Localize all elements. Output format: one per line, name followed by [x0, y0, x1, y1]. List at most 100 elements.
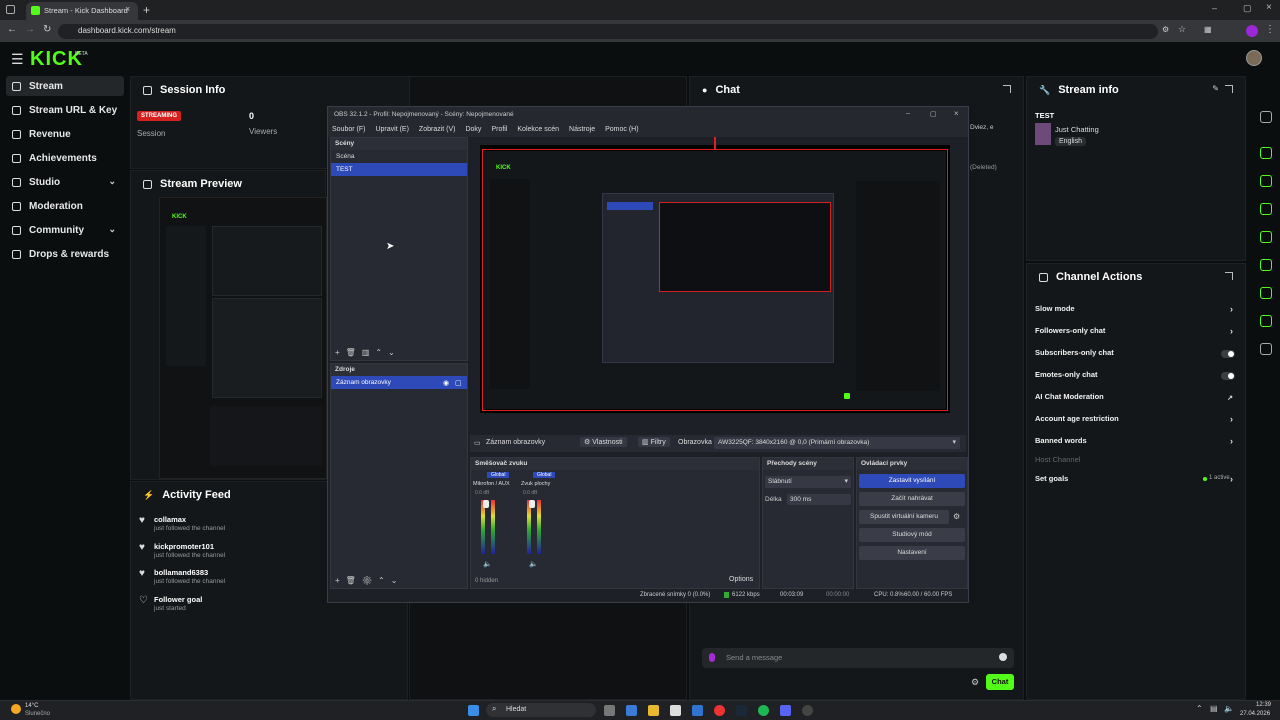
- browser-menu-icon[interactable]: ⋮: [1265, 24, 1275, 35]
- duration-input[interactable]: 300 ms: [787, 494, 851, 505]
- options-button[interactable]: Options: [729, 576, 753, 583]
- transition-select[interactable]: Slábnutí ▾: [765, 476, 851, 488]
- sidebar-item-drops-rewards[interactable]: Drops & rewards: [6, 244, 124, 264]
- slow-mode-row[interactable]: Slow mode ›: [1035, 304, 1235, 318]
- chat-identity-icon[interactable]: [709, 653, 715, 662]
- profile-avatar[interactable]: [1246, 25, 1258, 37]
- minimize-window-icon[interactable]: –: [1212, 3, 1217, 13]
- windows-start-icon[interactable]: [468, 705, 479, 716]
- url-field[interactable]: dashboard.kick.com/stream: [58, 24, 1158, 39]
- sidebar-item-stream[interactable]: Stream: [6, 76, 124, 96]
- sidebar-item-studio[interactable]: Studio ⌄: [6, 172, 124, 192]
- sidebar-item-stream-url-key[interactable]: Stream URL & Key: [6, 100, 124, 120]
- sidebar-item-moderation[interactable]: Moderation: [6, 196, 124, 216]
- file-explorer-icon[interactable]: [648, 705, 659, 716]
- account-age-row[interactable]: Account age restriction ›: [1035, 414, 1235, 428]
- chrome-icon[interactable]: [714, 705, 725, 716]
- rail-card-icon[interactable]: [1260, 203, 1272, 215]
- scene-toolbar[interactable]: +🗑▥⌃⌄: [335, 348, 401, 357]
- desktop-mute-icon[interactable]: 🔈: [529, 560, 538, 568]
- lock-icon[interactable]: ▢: [455, 379, 462, 387]
- obs-maximize-icon[interactable]: ▢: [930, 110, 937, 118]
- steam-icon[interactable]: [736, 705, 747, 716]
- spotify-icon[interactable]: [758, 705, 769, 716]
- start-recording-button[interactable]: Začít nahrávat: [859, 492, 965, 506]
- obs-minimize-icon[interactable]: –: [906, 110, 910, 117]
- chat-message-input[interactable]: Send a message: [702, 648, 1014, 668]
- chat-send-button[interactable]: Chat: [986, 674, 1014, 690]
- reload-icon[interactable]: ↻: [43, 24, 51, 35]
- browser-tab[interactable]: Stream - Kick Dashboard ×: [26, 2, 138, 20]
- banned-words-row[interactable]: Banned words ›: [1035, 436, 1235, 450]
- popout-icon[interactable]: [1003, 85, 1011, 93]
- volume-icon[interactable]: 🔈: [1224, 704, 1234, 713]
- chat-icon[interactable]: [1260, 231, 1272, 243]
- bookmark-star-icon[interactable]: ☆: [1178, 24, 1186, 35]
- rail-more-icon[interactable]: [1260, 343, 1272, 355]
- maximize-window-icon[interactable]: ▢: [1243, 3, 1252, 14]
- scene-item[interactable]: Scéna: [331, 150, 467, 163]
- visibility-eye-icon[interactable]: ◉: [443, 379, 449, 387]
- site-settings-icon[interactable]: ⚙: [1162, 25, 1169, 34]
- menu-view[interactable]: Zobrazit (V): [419, 126, 456, 134]
- new-tab-icon[interactable]: +: [143, 3, 150, 17]
- app-icon[interactable]: [670, 705, 681, 716]
- discord-icon[interactable]: [780, 705, 791, 716]
- mic-channel-name[interactable]: Mikrofon / AUX: [473, 481, 510, 487]
- scene-item-selected[interactable]: TEST: [331, 163, 467, 176]
- obs-taskbar-icon[interactable]: [802, 705, 813, 716]
- start-virtual-camera-button[interactable]: Spustit virtuální kameru: [859, 510, 949, 524]
- edge-icon[interactable]: [692, 705, 703, 716]
- user-avatar[interactable]: [1246, 50, 1262, 66]
- followers-only-row[interactable]: Followers-only chat ›: [1035, 326, 1235, 340]
- tab-actions-icon[interactable]: [6, 5, 15, 14]
- settings-button[interactable]: Nastavení: [859, 546, 965, 560]
- menu-scene-collection[interactable]: Kolekce scén: [517, 126, 559, 134]
- mic-volume-slider[interactable]: [483, 500, 489, 508]
- desktop-channel-name[interactable]: Zvuk plochy: [521, 481, 550, 487]
- back-icon[interactable]: ←: [7, 24, 17, 35]
- menu-tools[interactable]: Nástroje: [569, 126, 595, 134]
- emoji-icon[interactable]: [999, 653, 1007, 661]
- link-icon[interactable]: [1260, 259, 1272, 271]
- tray-chevron-icon[interactable]: ⌃: [1196, 704, 1203, 713]
- tab-close-icon[interactable]: ×: [125, 4, 130, 14]
- taskbar-search[interactable]: ⌕ Hledat: [486, 703, 596, 717]
- weather-sun-icon[interactable]: [11, 704, 21, 714]
- copilot-icon[interactable]: [626, 705, 637, 716]
- virtual-camera-settings-icon[interactable]: ⚙: [953, 512, 960, 521]
- ai-moderation-row[interactable]: AI Chat Moderation ↗: [1035, 392, 1235, 406]
- stream-preview-video[interactable]: KICK: [159, 197, 327, 479]
- mic-mute-icon[interactable]: 🔈: [483, 560, 492, 568]
- close-window-icon[interactable]: ×: [1266, 2, 1272, 13]
- sidebar-item-revenue[interactable]: Revenue: [6, 124, 124, 144]
- chat-settings-icon[interactable]: ⚙: [971, 677, 979, 688]
- sidebar-item-achievements[interactable]: Achievements: [6, 148, 124, 168]
- properties-button[interactable]: ⚙ Vlastnosti: [580, 437, 627, 447]
- edit-icon[interactable]: [1260, 111, 1272, 123]
- menu-edit[interactable]: Upravit (E): [375, 126, 408, 134]
- hamburger-menu-icon[interactable]: ☰: [11, 51, 24, 68]
- edit-pencil-icon[interactable]: ✎: [1212, 84, 1219, 93]
- subscribers-only-toggle[interactable]: [1221, 350, 1235, 358]
- source-toolbar[interactable]: +🗑⚙⌃⌄: [335, 576, 403, 585]
- desktop-volume-slider[interactable]: [529, 500, 535, 508]
- rail-grid-icon[interactable]: [1260, 287, 1272, 299]
- display-select[interactable]: AW3225QF: 3840x2160 @ 0,0 (Primární obra…: [714, 437, 960, 449]
- filters-button[interactable]: ▥ Filtry: [638, 437, 670, 447]
- menu-docks[interactable]: Doky: [465, 126, 481, 134]
- extensions-icon[interactable]: ▦: [1204, 25, 1212, 34]
- obs-close-icon[interactable]: ×: [954, 109, 959, 118]
- menu-help[interactable]: Pomoc (H): [605, 126, 638, 134]
- stop-streaming-button[interactable]: Zastavit vysílání: [859, 474, 965, 488]
- sidebar-item-community[interactable]: Community ⌄: [6, 220, 124, 240]
- menu-profile[interactable]: Profil: [491, 126, 507, 134]
- set-goals-row[interactable]: Set goals 1 active ›: [1035, 474, 1235, 488]
- popout-icon[interactable]: [1225, 272, 1233, 280]
- studio-mode-button[interactable]: Studiový mód: [859, 528, 965, 542]
- lightning-icon[interactable]: [1260, 175, 1272, 187]
- task-view-icon[interactable]: [604, 705, 615, 716]
- network-icon[interactable]: ▤: [1210, 704, 1218, 713]
- wrench-icon[interactable]: [1260, 315, 1272, 327]
- menu-file[interactable]: Soubor (F): [332, 126, 365, 134]
